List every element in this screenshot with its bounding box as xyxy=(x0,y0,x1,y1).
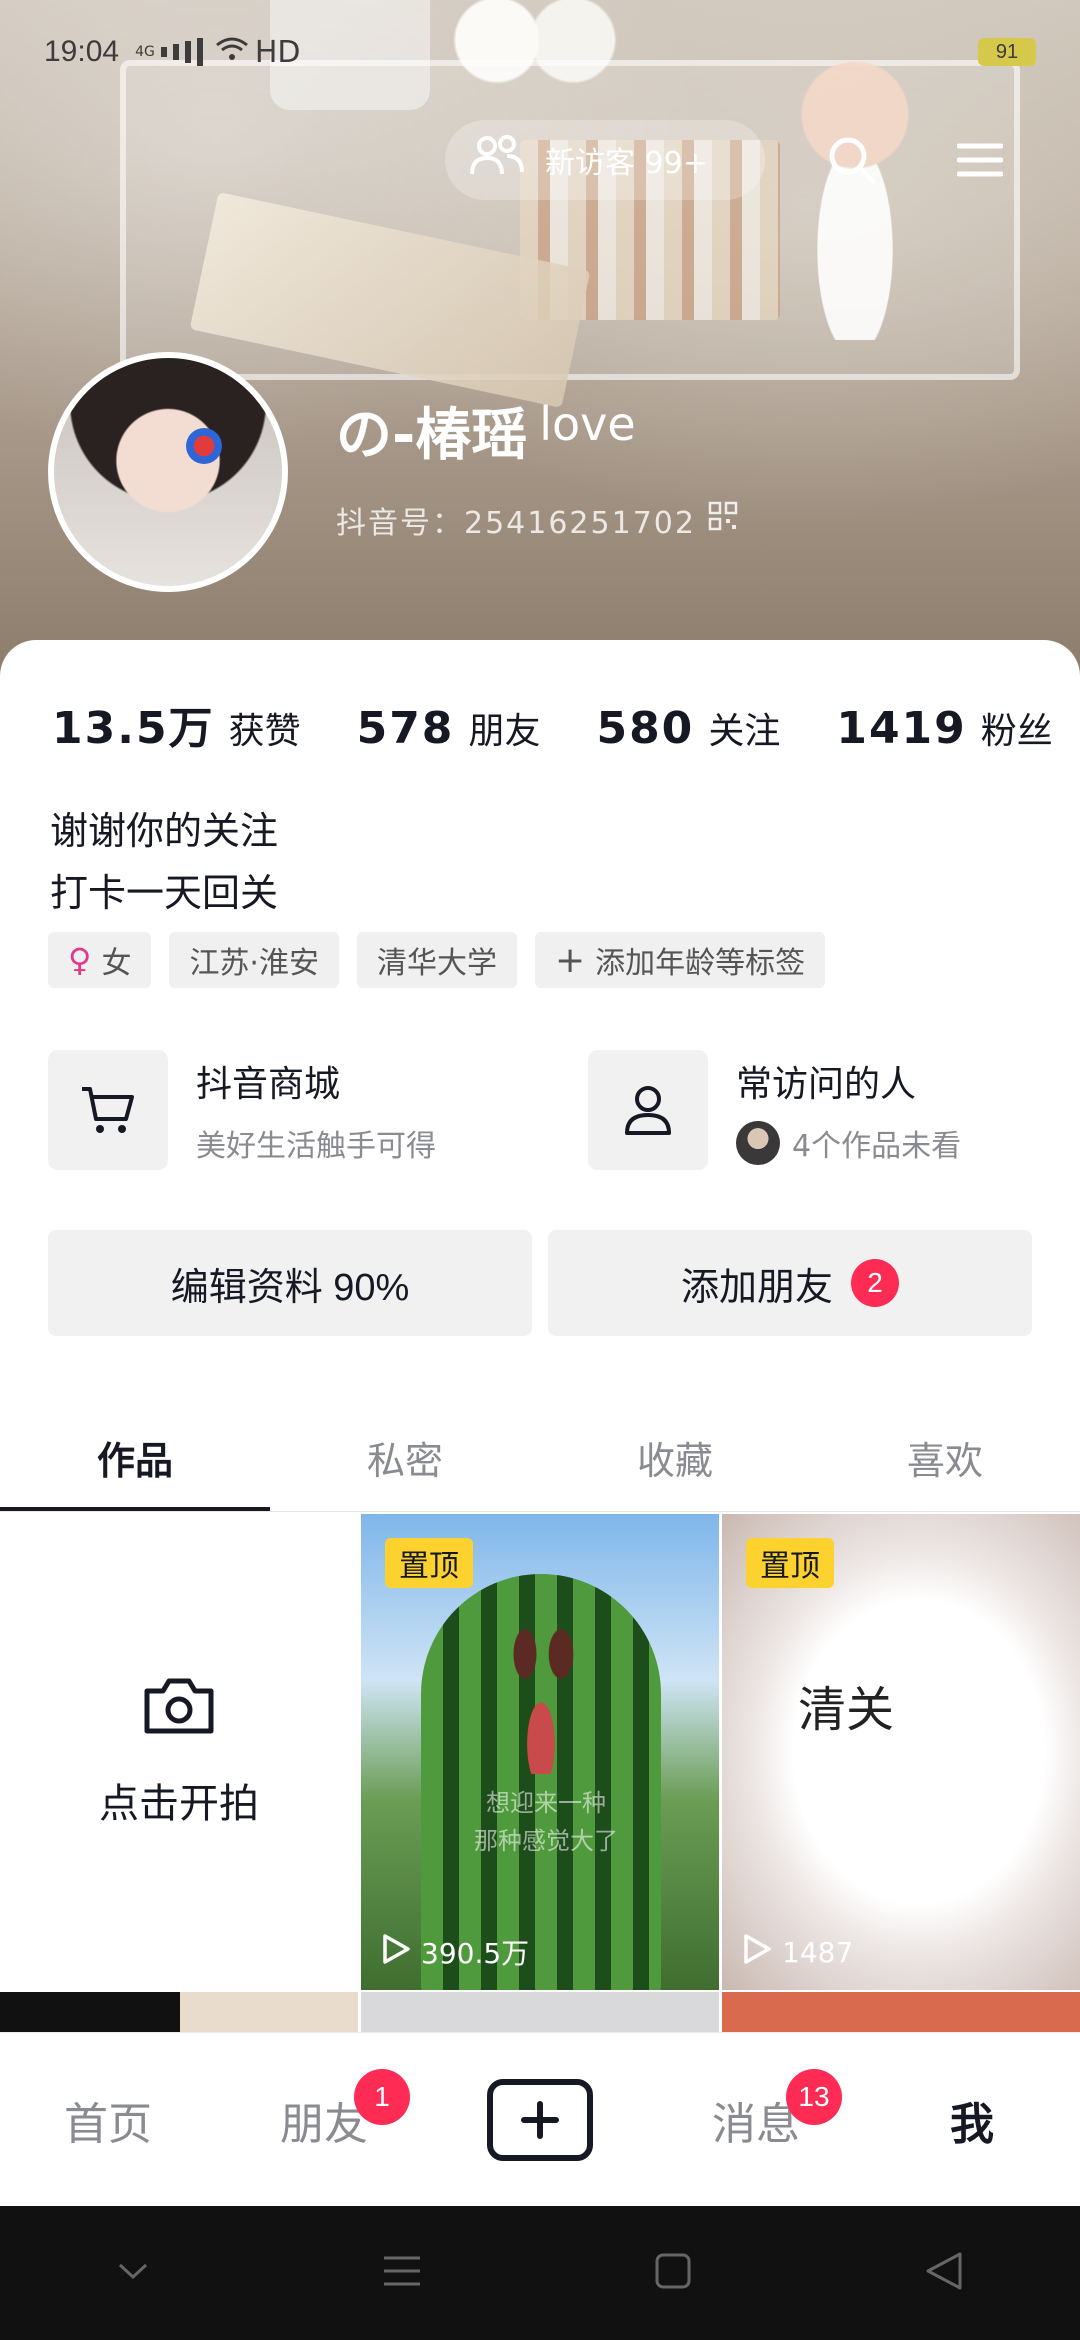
new-visitors-button[interactable]: 新访客 99+ xyxy=(445,120,765,200)
stat-following[interactable]: 580 关注 xyxy=(596,702,780,754)
tag-school[interactable]: 清华大学 xyxy=(356,932,517,988)
username-suffix: love xyxy=(539,397,636,451)
nav-messages[interactable]: 消息 13 xyxy=(648,2033,864,2207)
play-count: 390.5万 xyxy=(381,1932,529,1972)
shoot-label: 点击开拍 xyxy=(99,1781,259,1827)
video-thumbnail[interactable]: 想迎来一种 那种感觉大了 置顶 390.5万 xyxy=(361,1514,719,1990)
profile-cover[interactable] xyxy=(0,0,1080,700)
system-navigation-bar xyxy=(0,2206,1080,2340)
mall-card[interactable]: 抖音商城 美好生活触手可得 xyxy=(48,1050,436,1170)
status-bar: 19:04 4G HD 91 xyxy=(0,0,1080,104)
signal-icon: 4G xyxy=(135,38,203,66)
mall-subtitle: 美好生活触手可得 xyxy=(196,1129,436,1164)
stat-likes[interactable]: 13.5万 获赞 xyxy=(52,692,301,756)
watermelon-face xyxy=(501,1624,581,1774)
tab-divider xyxy=(0,1511,1080,1512)
video-title-text: 清关 xyxy=(798,1682,895,1738)
shortcut-cards: 抖音商城 美好生活触手可得 常访问的人 4个作品未看 xyxy=(48,1050,1032,1170)
tab-likes[interactable]: 喜欢 xyxy=(810,1402,1080,1512)
status-time: 19:04 xyxy=(44,35,120,68)
collapse-icon[interactable] xyxy=(116,2261,150,2285)
stat-friends[interactable]: 578 朋友 xyxy=(357,702,541,754)
plus-icon: + xyxy=(554,939,586,981)
shoot-tile[interactable]: 点击开拍 xyxy=(0,1514,358,1990)
frequent-visitors-title: 常访问的人 xyxy=(736,1064,917,1105)
profile-panel: 13.5万 获赞 578 朋友 580 关注 1419 粉丝 谢谢你的关注 打卡一天回关… xyxy=(0,640,1080,2052)
person-icon xyxy=(588,1050,708,1170)
mall-title: 抖音商城 xyxy=(196,1064,341,1105)
nav-home[interactable]: 首页 xyxy=(0,2033,216,2207)
visitor-avatar xyxy=(736,1121,780,1165)
avatar-sticker xyxy=(186,428,222,464)
avatar[interactable] xyxy=(48,352,288,592)
tab-private[interactable]: 私密 xyxy=(270,1402,540,1512)
play-count: 1487 xyxy=(742,1933,853,1972)
home-icon[interactable] xyxy=(654,2252,692,2294)
tab-works[interactable]: 作品 xyxy=(0,1402,270,1512)
frequent-visitors-subtitle: 4个作品未看 xyxy=(792,1129,962,1164)
stat-followers[interactable]: 1419 粉丝 xyxy=(836,702,1052,754)
douyin-id-text: 抖音号：2541625170​2 xyxy=(336,506,696,541)
stats-row: 13.5万 获赞 578 朋友 580 关注 1419 粉丝 xyxy=(52,692,1053,756)
qrcode-icon[interactable] xyxy=(708,501,738,539)
nav-create[interactable] xyxy=(432,2033,648,2207)
bio[interactable]: 谢谢你的关注 打卡一天回关 xyxy=(50,800,278,924)
recents-icon[interactable] xyxy=(382,2254,422,2292)
friends-badge: 1 xyxy=(354,2068,410,2125)
bio-line-2: 打卡一天回关 xyxy=(50,871,279,915)
camera-icon xyxy=(141,1675,217,1741)
create-plus-icon xyxy=(487,2078,593,2161)
username: の-椿瑶 love xyxy=(336,390,636,471)
tag-gender[interactable]: ♀ 女 xyxy=(48,932,152,988)
pinned-badge: 置顶 xyxy=(746,1538,834,1588)
profile-tags: ♀ 女 江苏·淮安 清华大学 + 添加年龄等标签 xyxy=(48,932,826,988)
nav-friends[interactable]: 朋友 1 xyxy=(216,2033,432,2207)
play-icon xyxy=(381,1933,411,1972)
username-text: の-椿瑶 xyxy=(336,403,528,468)
edit-profile-button[interactable]: 编辑资料 90% xyxy=(48,1230,532,1336)
bio-line-1: 谢谢你的关注 xyxy=(50,809,279,853)
people-icon xyxy=(469,134,525,186)
nav-me[interactable]: 我 xyxy=(864,2033,1080,2207)
messages-badge: 13 xyxy=(786,2068,842,2125)
menu-icon[interactable] xyxy=(950,130,1010,190)
tag-add[interactable]: + 添加年龄等标签 xyxy=(534,932,826,988)
tag-location[interactable]: 江苏·淮安 xyxy=(169,932,339,988)
play-icon xyxy=(742,1933,772,1972)
pinned-badge: 置顶 xyxy=(385,1538,473,1588)
battery-icon: 91 xyxy=(978,38,1036,66)
hd-indicator: HD xyxy=(254,34,301,70)
content-tabs: 作品 私密 收藏 喜欢 xyxy=(0,1402,1080,1512)
network-type: 4G xyxy=(135,44,155,60)
cart-icon xyxy=(48,1050,168,1170)
female-icon: ♀ xyxy=(68,941,92,979)
frequent-visitors-card[interactable]: 常访问的人 4个作品未看 xyxy=(588,1050,961,1170)
douyin-id[interactable]: 抖音号：2541625170​2 xyxy=(336,498,738,542)
back-icon[interactable] xyxy=(924,2250,964,2296)
search-icon[interactable] xyxy=(822,130,882,190)
add-friend-badge: 2 xyxy=(851,1259,899,1307)
video-thumbnail[interactable]: 清关 置顶 1487 xyxy=(722,1514,1080,1990)
new-visitors-label: 新访客 99+ xyxy=(545,146,708,181)
tab-favorites[interactable]: 收藏 xyxy=(540,1402,810,1512)
add-friend-button[interactable]: 添加朋友 2 xyxy=(548,1230,1032,1336)
video-overlay-text: 想迎来一种 那种感觉大了 xyxy=(474,1789,618,1855)
bottom-nav: 首页 朋友 1 消息 13 我 xyxy=(0,2032,1080,2206)
wifi-icon xyxy=(215,35,249,70)
